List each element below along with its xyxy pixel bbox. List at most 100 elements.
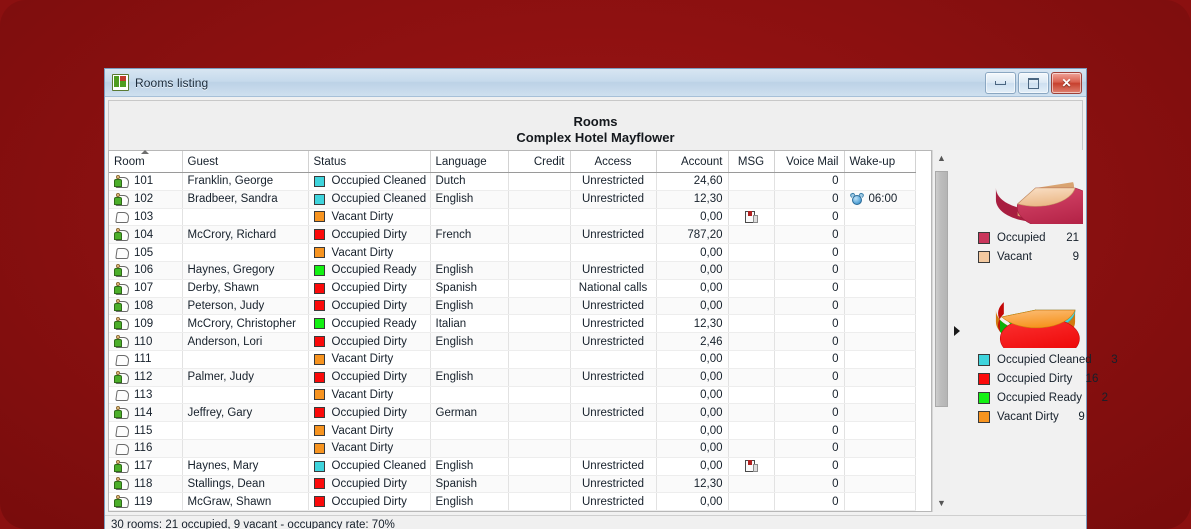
scrollbar-thumb[interactable] (935, 171, 948, 407)
cell-language: English (430, 261, 508, 279)
table-row[interactable]: 116Vacant Dirty0,000 (109, 439, 915, 457)
cell-guest: McGraw, Shawn (182, 493, 308, 511)
legend-label: Vacant (997, 251, 1053, 263)
cell-access: Unrestricted (570, 333, 656, 351)
cell-wakeup (844, 173, 915, 191)
report-subtitle: Complex Hotel Mayflower (516, 130, 674, 146)
cell-account: 787,20 (656, 226, 728, 244)
column-header-wakeup[interactable]: Wake-up (844, 151, 915, 173)
cell-guest: Haynes, Gregory (182, 261, 308, 279)
table-row[interactable]: 106Haynes, GregoryOccupied ReadyEnglishU… (109, 261, 915, 279)
cell-msg (728, 350, 774, 368)
table-row[interactable]: 115Vacant Dirty0,000 (109, 422, 915, 440)
cell-guest: Bradbeer, Sandra (182, 190, 308, 208)
occupied-room-icon (114, 460, 129, 473)
cell-credit (508, 404, 570, 422)
table-row[interactable]: 103Vacant Dirty0,000 (109, 208, 915, 226)
column-header-msg[interactable]: MSG (728, 151, 774, 173)
table-row[interactable]: 114Jeffrey, GaryOccupied DirtyGermanUnre… (109, 404, 915, 422)
cell-guest (182, 350, 308, 368)
cell-wakeup (844, 368, 915, 386)
cell-room: 111 (109, 350, 182, 368)
cell-account: 12,30 (656, 190, 728, 208)
room-number: 110 (134, 336, 152, 348)
column-header-status[interactable]: Status (308, 151, 430, 173)
cell-guest (182, 422, 308, 440)
column-header-guest[interactable]: Guest (182, 151, 308, 173)
occupancy-chart-block: Occupied 21 Vacant 9 (970, 152, 1083, 266)
cell-room: 110 (109, 333, 182, 351)
room-number: 103 (134, 211, 153, 223)
legend-swatch-occupied-cleaned (978, 354, 990, 366)
room-number: 118 (134, 478, 152, 490)
cell-access (570, 244, 656, 262)
table-row[interactable]: 108Peterson, JudyOccupied DirtyEnglishUn… (109, 297, 915, 315)
column-header-credit[interactable]: Credit (508, 151, 570, 173)
cell-voicemail: 0 (774, 279, 844, 297)
scrollbar-track[interactable] (933, 167, 950, 495)
legend-item: Occupied Ready 2 (978, 388, 1083, 407)
cell-status: Occupied Ready (308, 315, 430, 333)
table-row[interactable]: 118Stallings, DeanOccupied DirtySpanishU… (109, 475, 915, 493)
cell-status: Vacant Dirty (308, 350, 430, 368)
vertical-scrollbar[interactable]: ▲ ▼ (932, 150, 950, 512)
room-number: 111 (134, 353, 151, 365)
title-bar[interactable]: Rooms listing ✕ (105, 69, 1086, 97)
close-button[interactable]: ✕ (1051, 72, 1082, 94)
table-row[interactable]: 113Vacant Dirty0,000 (109, 386, 915, 404)
column-header-access[interactable]: Access (570, 151, 656, 173)
legend-value: 3 (1092, 354, 1122, 366)
table-row[interactable]: 102Bradbeer, SandraOccupied CleanedEngli… (109, 190, 915, 208)
cell-guest: Haynes, Mary (182, 457, 308, 475)
cell-access: Unrestricted (570, 315, 656, 333)
sort-ascending-icon (141, 150, 149, 154)
legend-swatch-occupied-dirty (978, 373, 990, 385)
chevron-up-icon: ▲ (937, 154, 946, 163)
table-row[interactable]: 112Palmer, JudyOccupied DirtyEnglishUnre… (109, 368, 915, 386)
table-row[interactable]: 109McCrory, ChristopherOccupied ReadyIta… (109, 315, 915, 333)
maximize-button[interactable] (1018, 72, 1049, 94)
table-row[interactable]: 105Vacant Dirty0,000 (109, 244, 915, 262)
cell-msg (728, 493, 774, 511)
table-row[interactable]: 110Anderson, LoriOccupied DirtyEnglishUn… (109, 333, 915, 351)
cell-credit (508, 439, 570, 457)
table-row[interactable]: 119McGraw, ShawnOccupied DirtyEnglishUnr… (109, 493, 915, 511)
cell-room: 113 (109, 386, 182, 404)
column-header-account[interactable]: Account (656, 151, 728, 173)
content-row: Room Guest Status Language Credit Access… (108, 150, 1083, 512)
column-header-language[interactable]: Language (430, 151, 508, 173)
room-number: 112 (134, 371, 152, 383)
cell-status: Occupied Cleaned (308, 173, 430, 191)
panel-splitter[interactable] (950, 150, 964, 512)
table-row[interactable]: 117Haynes, MaryOccupied CleanedEnglishUn… (109, 457, 915, 475)
status-color-swatch (314, 265, 325, 276)
status-bar-text: 30 rooms: 21 occupied, 9 vacant - occupa… (111, 519, 395, 529)
cell-msg (728, 279, 774, 297)
column-header-room[interactable]: Room (109, 151, 182, 173)
table-row[interactable]: 107Derby, ShawnOccupied DirtySpanishNati… (109, 279, 915, 297)
cell-account: 0,00 (656, 261, 728, 279)
cell-status: Occupied Dirty (308, 475, 430, 493)
cell-access (570, 350, 656, 368)
column-header-voicemail[interactable]: Voice Mail (774, 151, 844, 173)
cell-credit (508, 457, 570, 475)
collapse-panel-arrow-icon[interactable] (954, 326, 960, 336)
scroll-down-button[interactable]: ▼ (933, 495, 950, 512)
cell-access: Unrestricted (570, 493, 656, 511)
status-color-swatch (314, 372, 325, 383)
minimize-button[interactable] (985, 72, 1016, 94)
status-color-swatch (314, 283, 325, 294)
cell-credit (508, 386, 570, 404)
status-color-swatch (314, 194, 325, 205)
table-row[interactable]: 104McCrory, RichardOccupied DirtyFrenchU… (109, 226, 915, 244)
rooms-grid: Room Guest Status Language Credit Access… (108, 150, 932, 512)
legend-value: 21 (1053, 232, 1083, 244)
cell-voicemail: 0 (774, 368, 844, 386)
cell-msg (728, 173, 774, 191)
table-row[interactable]: 111Vacant Dirty0,000 (109, 350, 915, 368)
table-row[interactable]: 101Franklin, GeorgeOccupied CleanedDutch… (109, 173, 915, 191)
cell-credit (508, 173, 570, 191)
scroll-up-button[interactable]: ▲ (933, 150, 950, 167)
report-icon (112, 74, 129, 91)
occupied-room-icon (114, 282, 129, 295)
